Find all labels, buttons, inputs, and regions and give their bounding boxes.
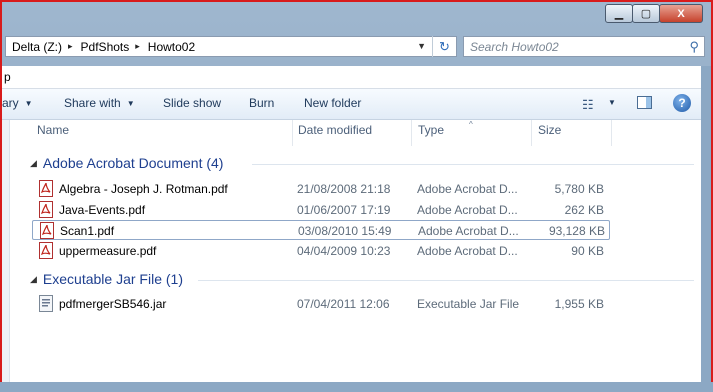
group-title: Adobe Acrobat Document (4) bbox=[42, 155, 224, 171]
file-date: 21/08/2008 21:18 bbox=[297, 182, 391, 196]
file-size: 262 KB bbox=[564, 203, 604, 217]
column-divider[interactable] bbox=[611, 120, 612, 146]
new-folder-button[interactable]: New folder bbox=[304, 96, 361, 110]
file-type: Executable Jar File bbox=[417, 297, 520, 311]
column-header-size[interactable]: Size bbox=[538, 123, 561, 137]
window-bottom-border bbox=[0, 382, 713, 392]
file-date: 04/04/2009 10:23 bbox=[297, 244, 391, 258]
navigation-pane-edge[interactable] bbox=[2, 120, 10, 382]
pdf-icon bbox=[39, 201, 53, 218]
file-name: pdfmergerSB546.jar bbox=[59, 297, 167, 311]
slide-show-label: Slide show bbox=[163, 96, 222, 110]
column-divider[interactable] bbox=[292, 120, 293, 146]
file-name: Algebra - Joseph J. Rotman.pdf bbox=[59, 182, 228, 196]
file-type: Adobe Acrobat D... bbox=[417, 182, 518, 196]
breadcrumb-separator-icon[interactable]: ▸ bbox=[66, 41, 75, 52]
file-size: 1,955 KB bbox=[554, 297, 604, 311]
help-icon[interactable]: ? bbox=[673, 94, 691, 112]
group-title: Executable Jar File (1) bbox=[42, 271, 183, 287]
refresh-icon[interactable]: ↻ bbox=[432, 36, 456, 57]
sort-indicator-icon: ^ bbox=[469, 120, 473, 129]
window-right-border bbox=[701, 66, 711, 382]
breadcrumb-label: Delta (Z:) bbox=[12, 39, 63, 54]
share-with-button[interactable]: Share with ▼ bbox=[64, 96, 135, 110]
view-options-icon[interactable]: ☷ bbox=[582, 97, 594, 113]
file-list: Name Date modified ^ Type Size ◢ Adobe A… bbox=[2, 120, 701, 382]
collapse-triangle-icon[interactable]: ◢ bbox=[30, 274, 37, 285]
search-icon[interactable]: ⚲ bbox=[689, 39, 699, 55]
chevron-down-icon: ▼ bbox=[126, 98, 135, 108]
chevron-down-icon: ▼ bbox=[24, 98, 33, 108]
breadcrumb-drive[interactable]: Delta (Z:) bbox=[6, 40, 66, 54]
search-input[interactable]: Search Howto02 ⚲ bbox=[463, 36, 705, 57]
pdf-icon bbox=[40, 222, 54, 239]
pdf-icon bbox=[39, 242, 53, 259]
share-with-label: Share with bbox=[64, 96, 121, 110]
file-row[interactable]: uppermeasure.pdf 04/04/2009 10:23 Adobe … bbox=[32, 241, 610, 261]
minimize-button[interactable]: ▁ bbox=[605, 4, 633, 23]
column-header-type[interactable]: Type bbox=[418, 123, 444, 137]
burn-label: Burn bbox=[249, 96, 275, 110]
pdf-icon bbox=[39, 180, 53, 197]
breadcrumb-pdfshots[interactable]: PdfShots bbox=[75, 40, 134, 54]
file-date: 01/06/2007 17:19 bbox=[297, 203, 391, 217]
organize-label: ary bbox=[2, 96, 19, 110]
menu-item-partial[interactable]: p bbox=[4, 70, 11, 84]
column-divider[interactable] bbox=[411, 120, 412, 146]
file-size: 93,128 KB bbox=[548, 224, 605, 238]
menu-bar: p bbox=[2, 66, 701, 89]
breadcrumb-label: PdfShots bbox=[80, 39, 130, 54]
jar-icon bbox=[39, 295, 53, 312]
file-type: Adobe Acrobat D... bbox=[418, 224, 519, 238]
chevron-down-icon[interactable]: ▼ bbox=[608, 98, 616, 107]
close-button[interactable]: X bbox=[659, 4, 703, 23]
command-bar: ary ▼ Share with ▼ Slide show Burn New fol… bbox=[2, 89, 701, 120]
breadcrumb-separator-icon[interactable]: ▸ bbox=[133, 41, 142, 52]
column-divider[interactable] bbox=[531, 120, 532, 146]
file-size: 90 KB bbox=[571, 244, 604, 258]
file-name: Scan1.pdf bbox=[60, 224, 115, 238]
group-header-jar[interactable]: ◢ Executable Jar File (1) bbox=[30, 271, 183, 287]
file-date: 03/08/2010 15:49 bbox=[298, 224, 392, 238]
file-row[interactable]: pdfmergerSB546.jar 07/04/2011 12:06 Exec… bbox=[32, 294, 610, 314]
address-row: Delta (Z:) ▸ PdfShots ▸ Howto02 ▼ ↻ Sear… bbox=[2, 32, 711, 62]
file-date: 07/04/2011 12:06 bbox=[297, 297, 390, 311]
file-type: Adobe Acrobat D... bbox=[417, 244, 518, 258]
file-row[interactable]: Java-Events.pdf 01/06/2007 17:19 Adobe A… bbox=[32, 200, 610, 220]
group-divider bbox=[252, 164, 694, 165]
address-bar[interactable]: Delta (Z:) ▸ PdfShots ▸ Howto02 ▼ bbox=[5, 36, 457, 57]
breadcrumb-label: Howto02 bbox=[147, 39, 196, 54]
burn-button[interactable]: Burn bbox=[249, 96, 274, 110]
slide-show-button[interactable]: Slide show bbox=[163, 96, 221, 110]
new-folder-label: New folder bbox=[304, 96, 362, 110]
address-dropdown-icon[interactable]: ▼ bbox=[417, 41, 426, 51]
column-header-name[interactable]: Name bbox=[37, 123, 69, 137]
breadcrumb-howto02[interactable]: Howto02 bbox=[142, 40, 199, 54]
maximize-button[interactable]: ▢ bbox=[632, 4, 660, 23]
file-name: Java-Events.pdf bbox=[59, 203, 146, 217]
file-row[interactable]: Algebra - Joseph J. Rotman.pdf 21/08/200… bbox=[32, 179, 610, 199]
collapse-triangle-icon[interactable]: ◢ bbox=[30, 158, 37, 169]
file-type: Adobe Acrobat D... bbox=[417, 203, 518, 217]
group-divider bbox=[198, 280, 694, 281]
group-header-pdf[interactable]: ◢ Adobe Acrobat Document (4) bbox=[30, 155, 223, 171]
organize-button[interactable]: ary ▼ bbox=[2, 96, 33, 110]
column-header-date[interactable]: Date modified bbox=[298, 123, 372, 137]
preview-pane-icon[interactable] bbox=[637, 96, 652, 109]
title-bar: ▁ ▢ X bbox=[2, 2, 711, 30]
file-name: uppermeasure.pdf bbox=[59, 244, 157, 258]
file-size: 5,780 KB bbox=[554, 182, 604, 196]
search-placeholder: Search Howto02 bbox=[470, 39, 559, 54]
file-row-selected[interactable]: Scan1.pdf 03/08/2010 15:49 Adobe Acrobat… bbox=[32, 220, 610, 240]
window-controls: ▁ ▢ X bbox=[605, 4, 703, 23]
